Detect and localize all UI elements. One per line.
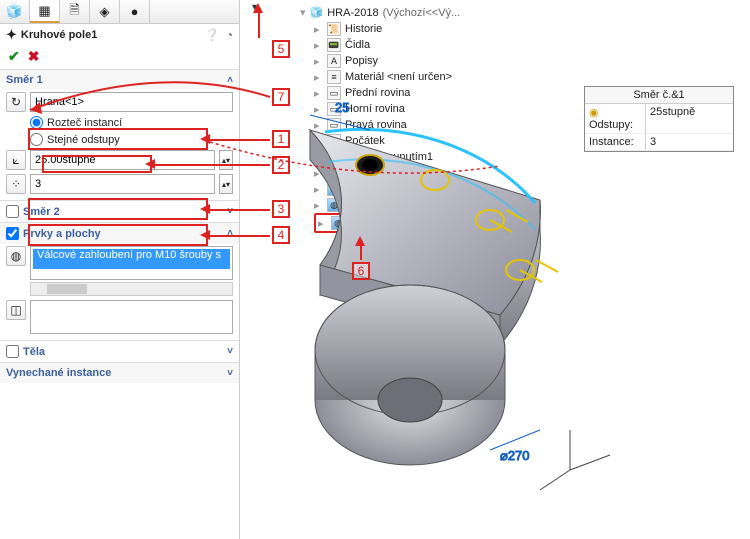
tree-node-icon: 📟 [327, 38, 341, 52]
infobox-instances[interactable]: 3 [645, 134, 733, 150]
callout-3: 3 [272, 200, 290, 218]
feature-title-bar: ✦ Kruhové pole1 ❔ ◔ [0, 24, 239, 46]
cube-icon: 🧊 [310, 6, 324, 19]
tree-item[interactable]: ▸📜Historie [314, 21, 480, 37]
feature-select-icon: ◍ [6, 246, 26, 266]
ok-cancel-row: ✔ ✖ [0, 46, 239, 69]
callout-2: 2 [272, 156, 290, 174]
callout-1: 1 [272, 130, 290, 148]
tree-node-icon: ▭ [327, 86, 341, 100]
3d-viewport[interactable]: 25 ⌀270 [190, 100, 620, 520]
count-input[interactable] [30, 174, 215, 194]
pattern-icon: ✦ [6, 27, 17, 43]
tree-item[interactable]: ▸APopisy [314, 53, 480, 69]
callout-6: 6 [352, 262, 370, 280]
tab-properties[interactable]: ▦ [30, 0, 60, 23]
callout-4: 4 [272, 226, 290, 244]
angle-icon: ⟀ [6, 150, 26, 170]
config-text: (Výchozí<<Vý... [383, 7, 461, 19]
tab-appearance[interactable]: ● [120, 0, 150, 23]
feature-title: Kruhové pole1 [21, 29, 97, 41]
face-select-icon: ◫ [6, 300, 26, 320]
direction1-header[interactable]: Směr 1 ˄ [0, 70, 239, 90]
help-icon[interactable]: ❔ [205, 28, 220, 42]
tab-display[interactable]: ◈ [90, 0, 120, 23]
cancel-button[interactable]: ✖ [28, 48, 40, 65]
infobox-title: Směr č.&1 [585, 87, 733, 104]
chevron-up-icon: ˄ [227, 75, 233, 86]
tree-item[interactable]: ▸▭Přední rovina [314, 85, 480, 101]
doc-name[interactable]: HRA-2018 [327, 7, 378, 19]
tree-item[interactable]: ▸📟Čidla [314, 37, 480, 53]
tree-node-icon: 📜 [327, 22, 341, 36]
dim-270: ⌀270 [500, 448, 530, 463]
panel-tabs: 🧊 ▦ 🗎 ◈ ● [0, 0, 239, 24]
reverse-direction-icon[interactable]: ↻ [6, 92, 26, 112]
tree-node-icon: ≡ [327, 70, 341, 84]
count-icon: ⁘ [6, 174, 26, 194]
tree-item[interactable]: ▸≡Materiál <není určen> [314, 69, 480, 85]
tab-features[interactable]: 🧊 [0, 0, 30, 23]
ok-button[interactable]: ✔ [8, 48, 20, 65]
tree-node-icon: A [327, 54, 341, 68]
angle-input[interactable] [30, 150, 215, 170]
pin-icon[interactable]: ◔ [226, 28, 233, 42]
callout-7: 7 [272, 88, 290, 106]
direction-info-box[interactable]: Směr č.&1 ◉ Odstupy:25stupně Instance:3 [584, 86, 734, 152]
infobox-spacing[interactable]: 25stupně [645, 104, 733, 133]
tree-expand-icon[interactable]: ▾ [300, 6, 306, 19]
dim-25: 25 [335, 100, 349, 115]
tab-config[interactable]: 🗎 [60, 0, 90, 23]
callout-5: 5 [272, 40, 290, 58]
